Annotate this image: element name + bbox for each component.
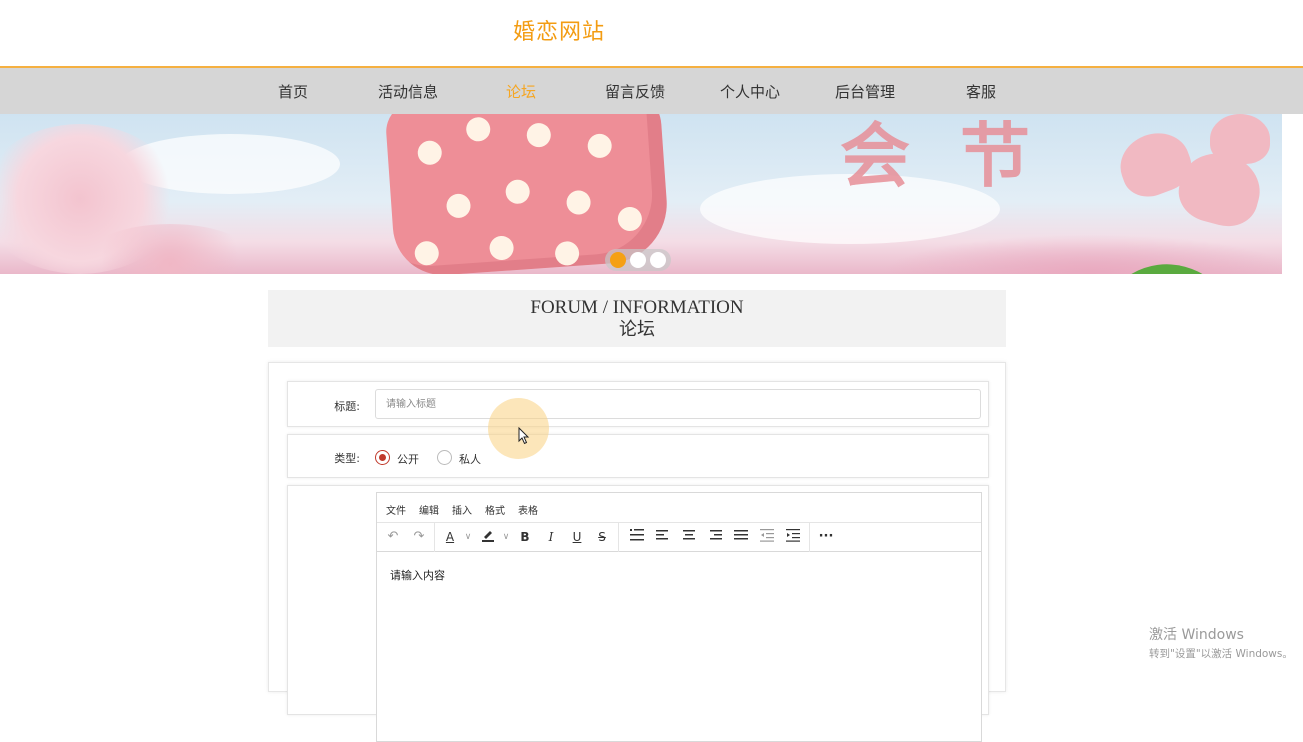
text-color-icon[interactable]: A bbox=[443, 528, 457, 546]
nav-item-support[interactable]: 客服 bbox=[966, 81, 996, 102]
section-header: FORUM / INFORMATION 论坛 bbox=[268, 290, 1006, 347]
outdent-icon[interactable] bbox=[760, 528, 774, 546]
indent-icon[interactable] bbox=[786, 528, 800, 546]
undo-icon[interactable]: ↶ bbox=[385, 528, 401, 546]
radio-private[interactable] bbox=[437, 450, 452, 465]
banner-glyph: 节 bbox=[960, 114, 1030, 197]
banner-blossom-bottom bbox=[880, 234, 1282, 274]
type-label: 类型: bbox=[334, 452, 360, 465]
nav-item-forum[interactable]: 论坛 bbox=[506, 81, 536, 102]
menu-table[interactable]: 表格 bbox=[518, 502, 538, 517]
chevron-down-icon[interactable]: ∨ bbox=[501, 528, 511, 546]
more-icon[interactable]: ··· bbox=[818, 528, 834, 546]
align-center-icon[interactable] bbox=[682, 528, 696, 546]
nav-item-activities[interactable]: 活动信息 bbox=[378, 81, 438, 102]
menu-file[interactable]: 文件 bbox=[386, 502, 406, 517]
watermark-subtitle: 转到"设置"以激活 Windows。 bbox=[1149, 648, 1293, 660]
windows-activation-watermark: 激活 Windows 转到"设置"以激活 Windows。 bbox=[1149, 624, 1293, 661]
chevron-down-icon[interactable]: ∨ bbox=[463, 528, 473, 546]
radio-public[interactable] bbox=[375, 450, 390, 465]
underline-icon[interactable]: U bbox=[570, 528, 584, 546]
site-title: 婚恋网站 bbox=[513, 20, 606, 45]
type-row: 类型: 公开 私人 bbox=[287, 434, 989, 478]
nav-item-profile[interactable]: 个人中心 bbox=[720, 81, 780, 102]
nav-item-feedback[interactable]: 留言反馈 bbox=[605, 81, 665, 102]
italic-icon[interactable]: I bbox=[544, 528, 558, 546]
banner-flower bbox=[1210, 114, 1270, 164]
main-nav: 首页 活动信息 论坛 留言反馈 个人中心 后台管理 客服 bbox=[0, 66, 1303, 114]
title-row: 标题: bbox=[287, 381, 989, 427]
title-input[interactable] bbox=[375, 389, 981, 419]
banner-glyph: 会 bbox=[840, 114, 910, 197]
slider-dot-3[interactable] bbox=[650, 252, 666, 268]
strikethrough-icon[interactable]: S bbox=[595, 528, 609, 546]
align-justify-icon[interactable] bbox=[734, 528, 748, 546]
editor-menubar: 文件 编辑 插入 格式 表格 bbox=[377, 493, 981, 523]
watermark-title: 激活 Windows bbox=[1149, 627, 1244, 643]
menu-insert[interactable]: 插入 bbox=[452, 502, 472, 517]
site-header: 婚恋网站 bbox=[0, 0, 1303, 66]
slider-indicator bbox=[605, 249, 671, 271]
slider-dot-1[interactable] bbox=[610, 252, 626, 268]
redo-icon[interactable]: ↷ bbox=[411, 528, 427, 546]
radio-public-label[interactable]: 公开 bbox=[397, 451, 419, 467]
radio-private-label[interactable]: 私人 bbox=[459, 451, 481, 467]
highlight-icon[interactable] bbox=[480, 528, 496, 546]
section-title-cn: 论坛 bbox=[619, 319, 655, 339]
title-label: 标题: bbox=[334, 400, 360, 413]
align-left-icon[interactable] bbox=[656, 528, 670, 546]
nav-item-admin[interactable]: 后台管理 bbox=[835, 81, 895, 102]
editor-content[interactable]: 请输入内容 bbox=[390, 567, 445, 583]
post-form: 标题: 类型: 公开 私人 文件 编辑 插入 格式 表格 ↶ ↷ A ∨ bbox=[268, 362, 1006, 742]
editor-toolbar: ↶ ↷ A ∨ ∨ B I U S ··· bbox=[377, 523, 981, 552]
ordered-list-icon[interactable] bbox=[630, 528, 644, 546]
nav-item-home[interactable]: 首页 bbox=[278, 81, 308, 102]
bold-icon[interactable]: B bbox=[518, 528, 532, 546]
rich-text-editor: 文件 编辑 插入 格式 表格 ↶ ↷ A ∨ ∨ B I U S ··· 请输入… bbox=[376, 492, 982, 742]
menu-format[interactable]: 格式 bbox=[485, 502, 505, 517]
section-title-en: FORUM / INFORMATION bbox=[530, 297, 744, 318]
align-right-icon[interactable] bbox=[708, 528, 722, 546]
menu-edit[interactable]: 编辑 bbox=[419, 502, 439, 517]
slider-dot-2[interactable] bbox=[630, 252, 646, 268]
